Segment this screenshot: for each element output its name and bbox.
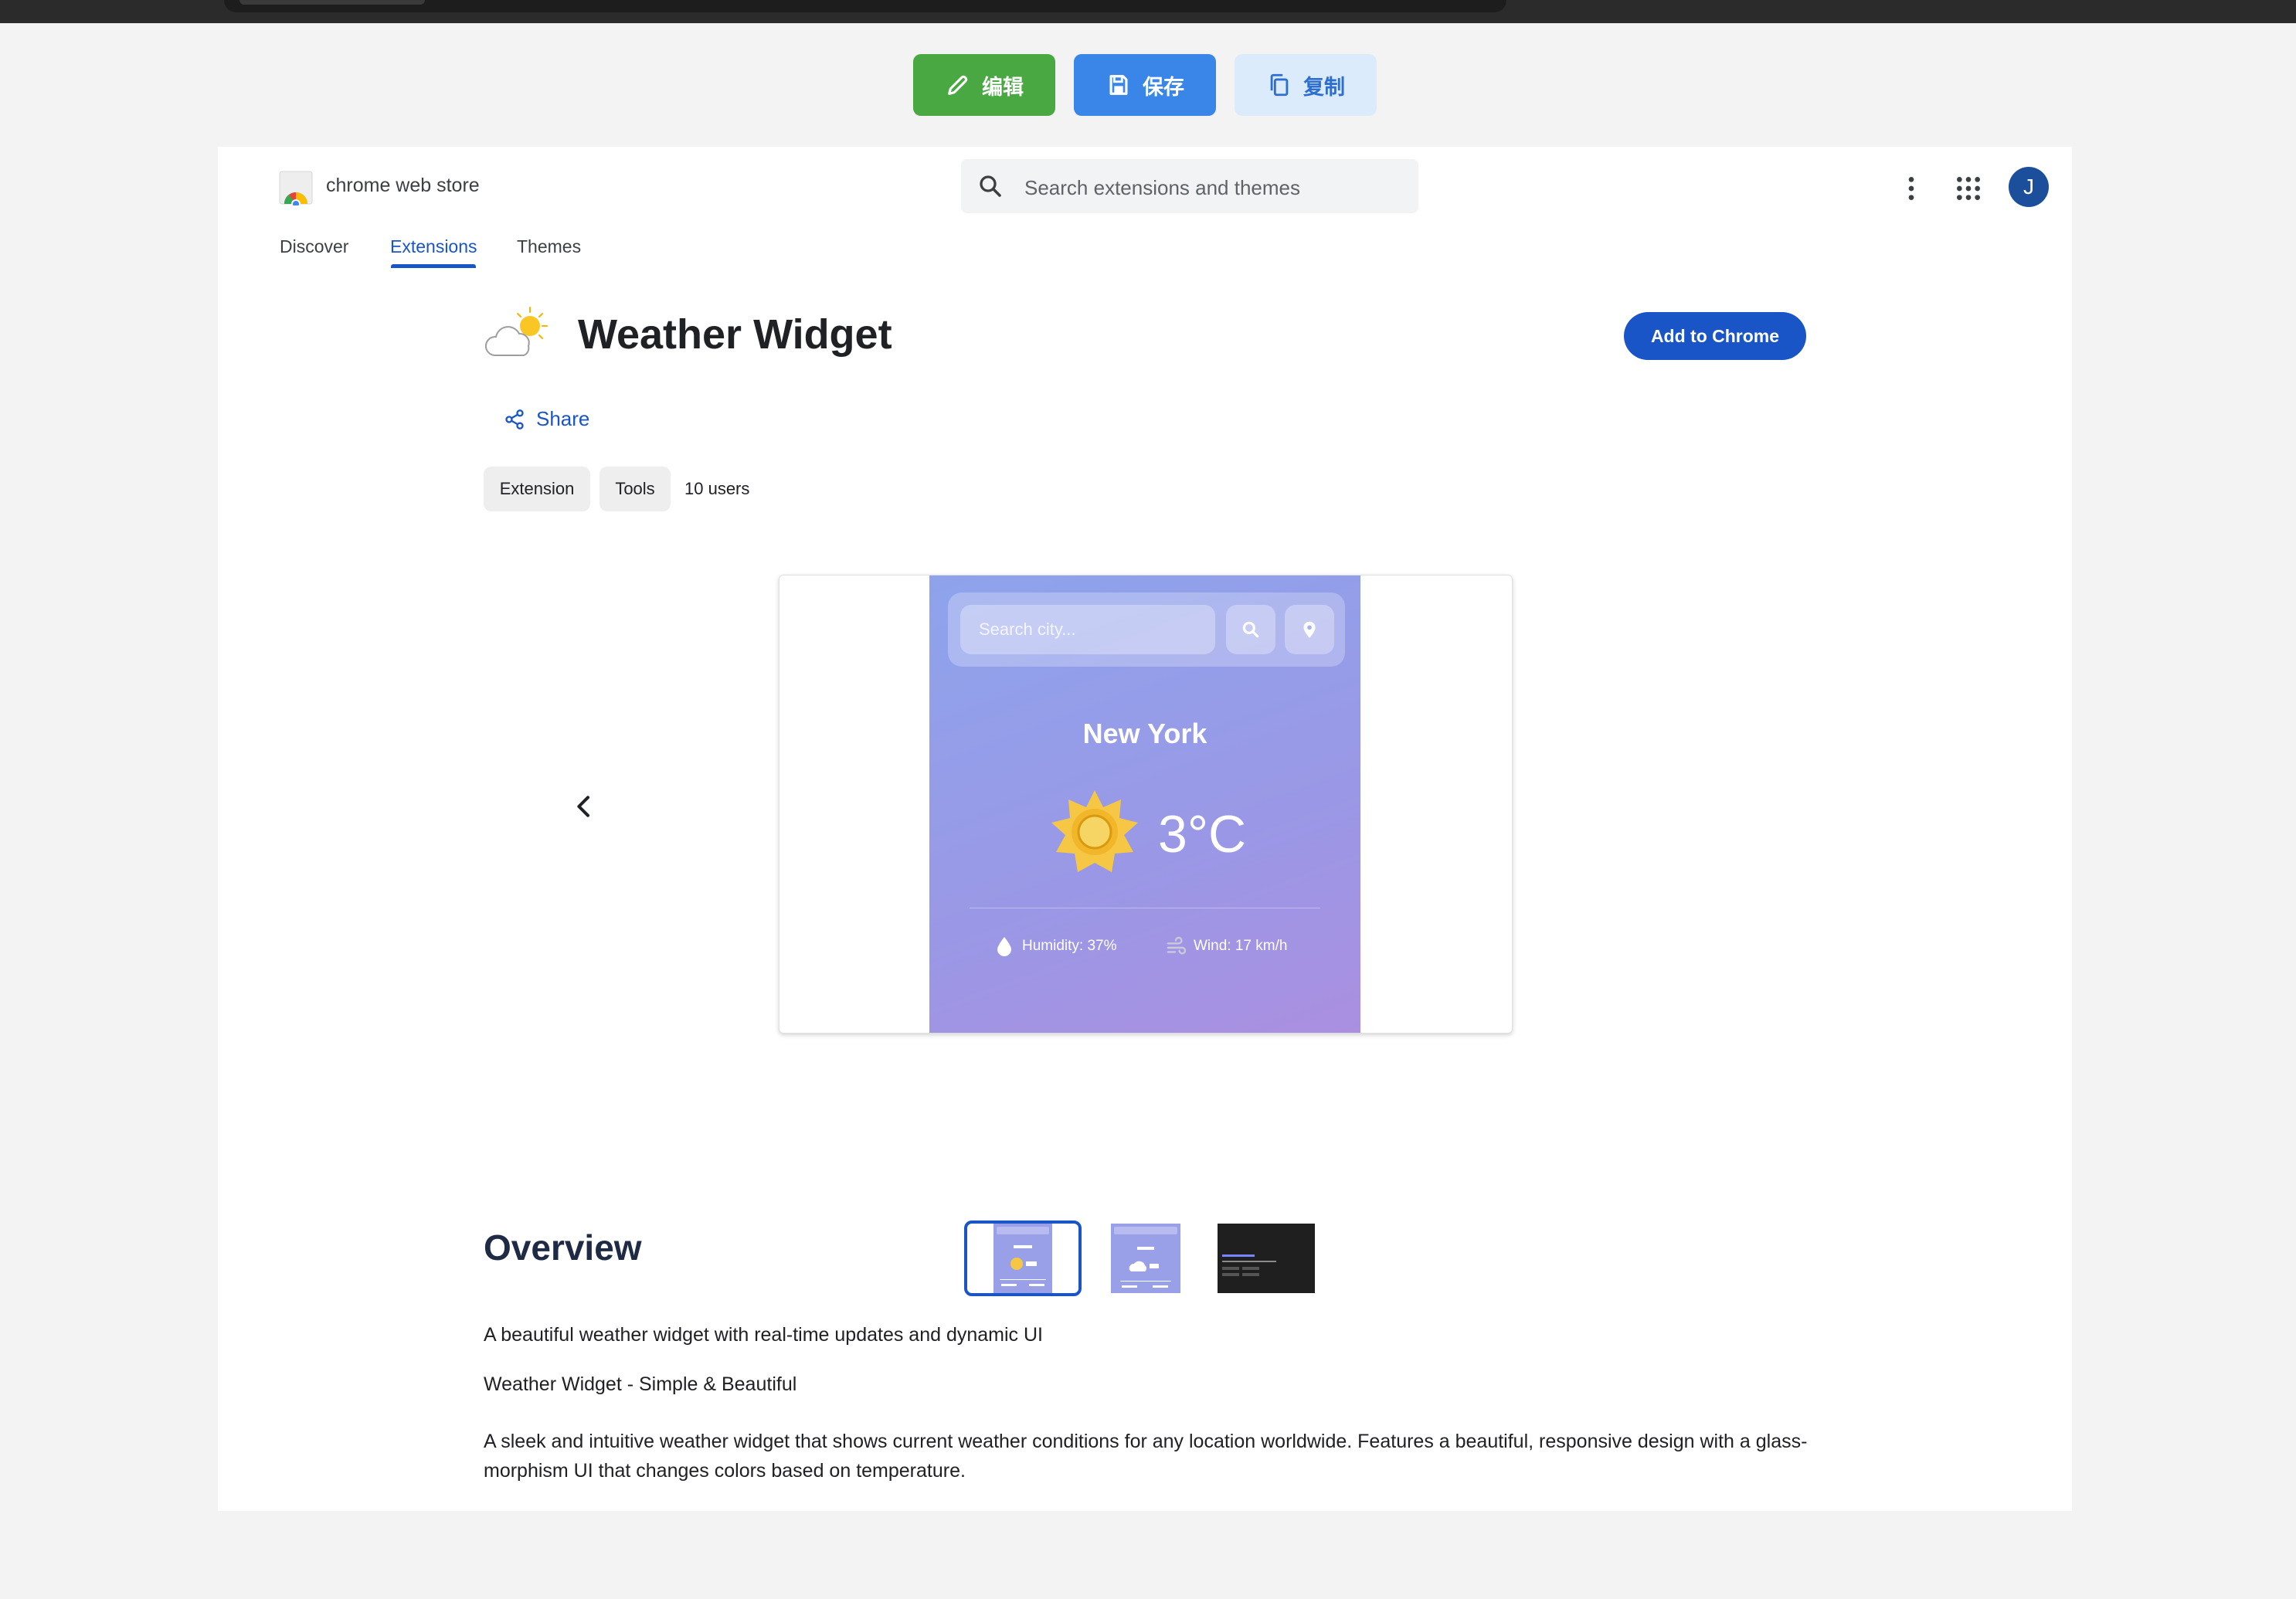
screenshot-carousel: Search city... New York 3°C Humidity: 37…	[779, 575, 1513, 1034]
share-icon	[505, 409, 524, 429]
widget-humidity: Humidity: 37%	[994, 935, 1117, 957]
screenshot-thumbnail-3[interactable]	[1218, 1224, 1315, 1293]
chrome-web-store-logo[interactable]	[278, 170, 314, 205]
user-count: 10 users	[684, 479, 750, 498]
account-avatar[interactable]: J	[2009, 167, 2049, 207]
sun-icon	[1051, 790, 1138, 872]
copy-button[interactable]: 复制	[1235, 54, 1377, 116]
store-search-input[interactable]: Search extensions and themes	[961, 159, 1418, 213]
category-chip-tools[interactable]: Tools	[599, 467, 671, 511]
chrome-web-store-page: chrome web store Search extensions and t…	[218, 147, 2072, 1511]
active-tab-indicator	[391, 264, 476, 268]
overview-heading: Overview	[484, 1227, 642, 1268]
carousel-prev-icon[interactable]	[569, 791, 599, 822]
search-icon	[980, 175, 1001, 197]
browser-top-bar	[0, 0, 2296, 23]
search-placeholder: Search extensions and themes	[1024, 176, 1300, 199]
tab-extensions[interactable]: Extensions	[390, 236, 477, 257]
weather-widget-screenshot: Search city... New York 3°C Humidity: 37…	[929, 575, 1360, 1033]
widget-wind-text: Wind: 17 km/h	[1194, 938, 1288, 954]
overview-description: A sleek and intuitive weather widget tha…	[484, 1431, 1808, 1482]
copy-icon	[1270, 73, 1289, 97]
selected-thumbnail-frame	[964, 1220, 1082, 1296]
apps-grid-icon[interactable]	[1953, 173, 1984, 204]
wind-icon	[1167, 936, 1186, 955]
widget-humidity-text: Humidity: 37%	[1022, 938, 1117, 954]
category-chip-extension[interactable]: Extension	[484, 467, 590, 511]
extension-title: Weather Widget	[578, 311, 892, 358]
widget-search-button	[1226, 605, 1275, 654]
overview-summary: A beautiful weather widget with real-tim…	[484, 1324, 1043, 1346]
more-options-icon[interactable]	[1896, 173, 1927, 204]
weather-extension-icon	[485, 307, 548, 356]
store-brand-name[interactable]: chrome web store	[326, 175, 480, 197]
search-icon	[1242, 621, 1259, 638]
thumbnail-3-preview	[1218, 1224, 1315, 1293]
overview-tagline: Weather Widget - Simple & Beautiful	[484, 1373, 797, 1395]
browser-tab[interactable]	[239, 0, 425, 5]
widget-location-button	[1285, 605, 1334, 654]
edit-button[interactable]: 编辑	[913, 54, 1055, 116]
widget-city-name: New York	[1082, 718, 1207, 749]
share-button[interactable]: Share	[504, 407, 589, 431]
widget-wind: Wind: 17 km/h	[1166, 935, 1287, 957]
location-pin-icon	[1303, 621, 1316, 638]
save-button-label: 保存	[1143, 75, 1184, 99]
tab-discover[interactable]: Discover	[280, 236, 348, 257]
widget-search-bar: Search city...	[948, 592, 1345, 667]
widget-city-search-input: Search city...	[960, 605, 1215, 654]
tab-themes[interactable]: Themes	[517, 236, 581, 257]
edit-button-label: 编辑	[982, 75, 1024, 99]
thumbnail-2-preview	[1111, 1224, 1180, 1293]
share-label: Share	[536, 407, 590, 430]
copy-button-label: 复制	[1303, 75, 1345, 99]
water-drop-icon	[997, 937, 1011, 956]
widget-temperature: 3°C	[1158, 805, 1247, 864]
floppy-disk-icon	[1109, 75, 1128, 95]
save-button[interactable]: 保存	[1074, 54, 1216, 116]
add-to-chrome-button[interactable]: Add to Chrome	[1624, 312, 1806, 360]
screenshot-thumbnail-2[interactable]	[1111, 1224, 1180, 1293]
pencil-icon	[948, 75, 968, 95]
